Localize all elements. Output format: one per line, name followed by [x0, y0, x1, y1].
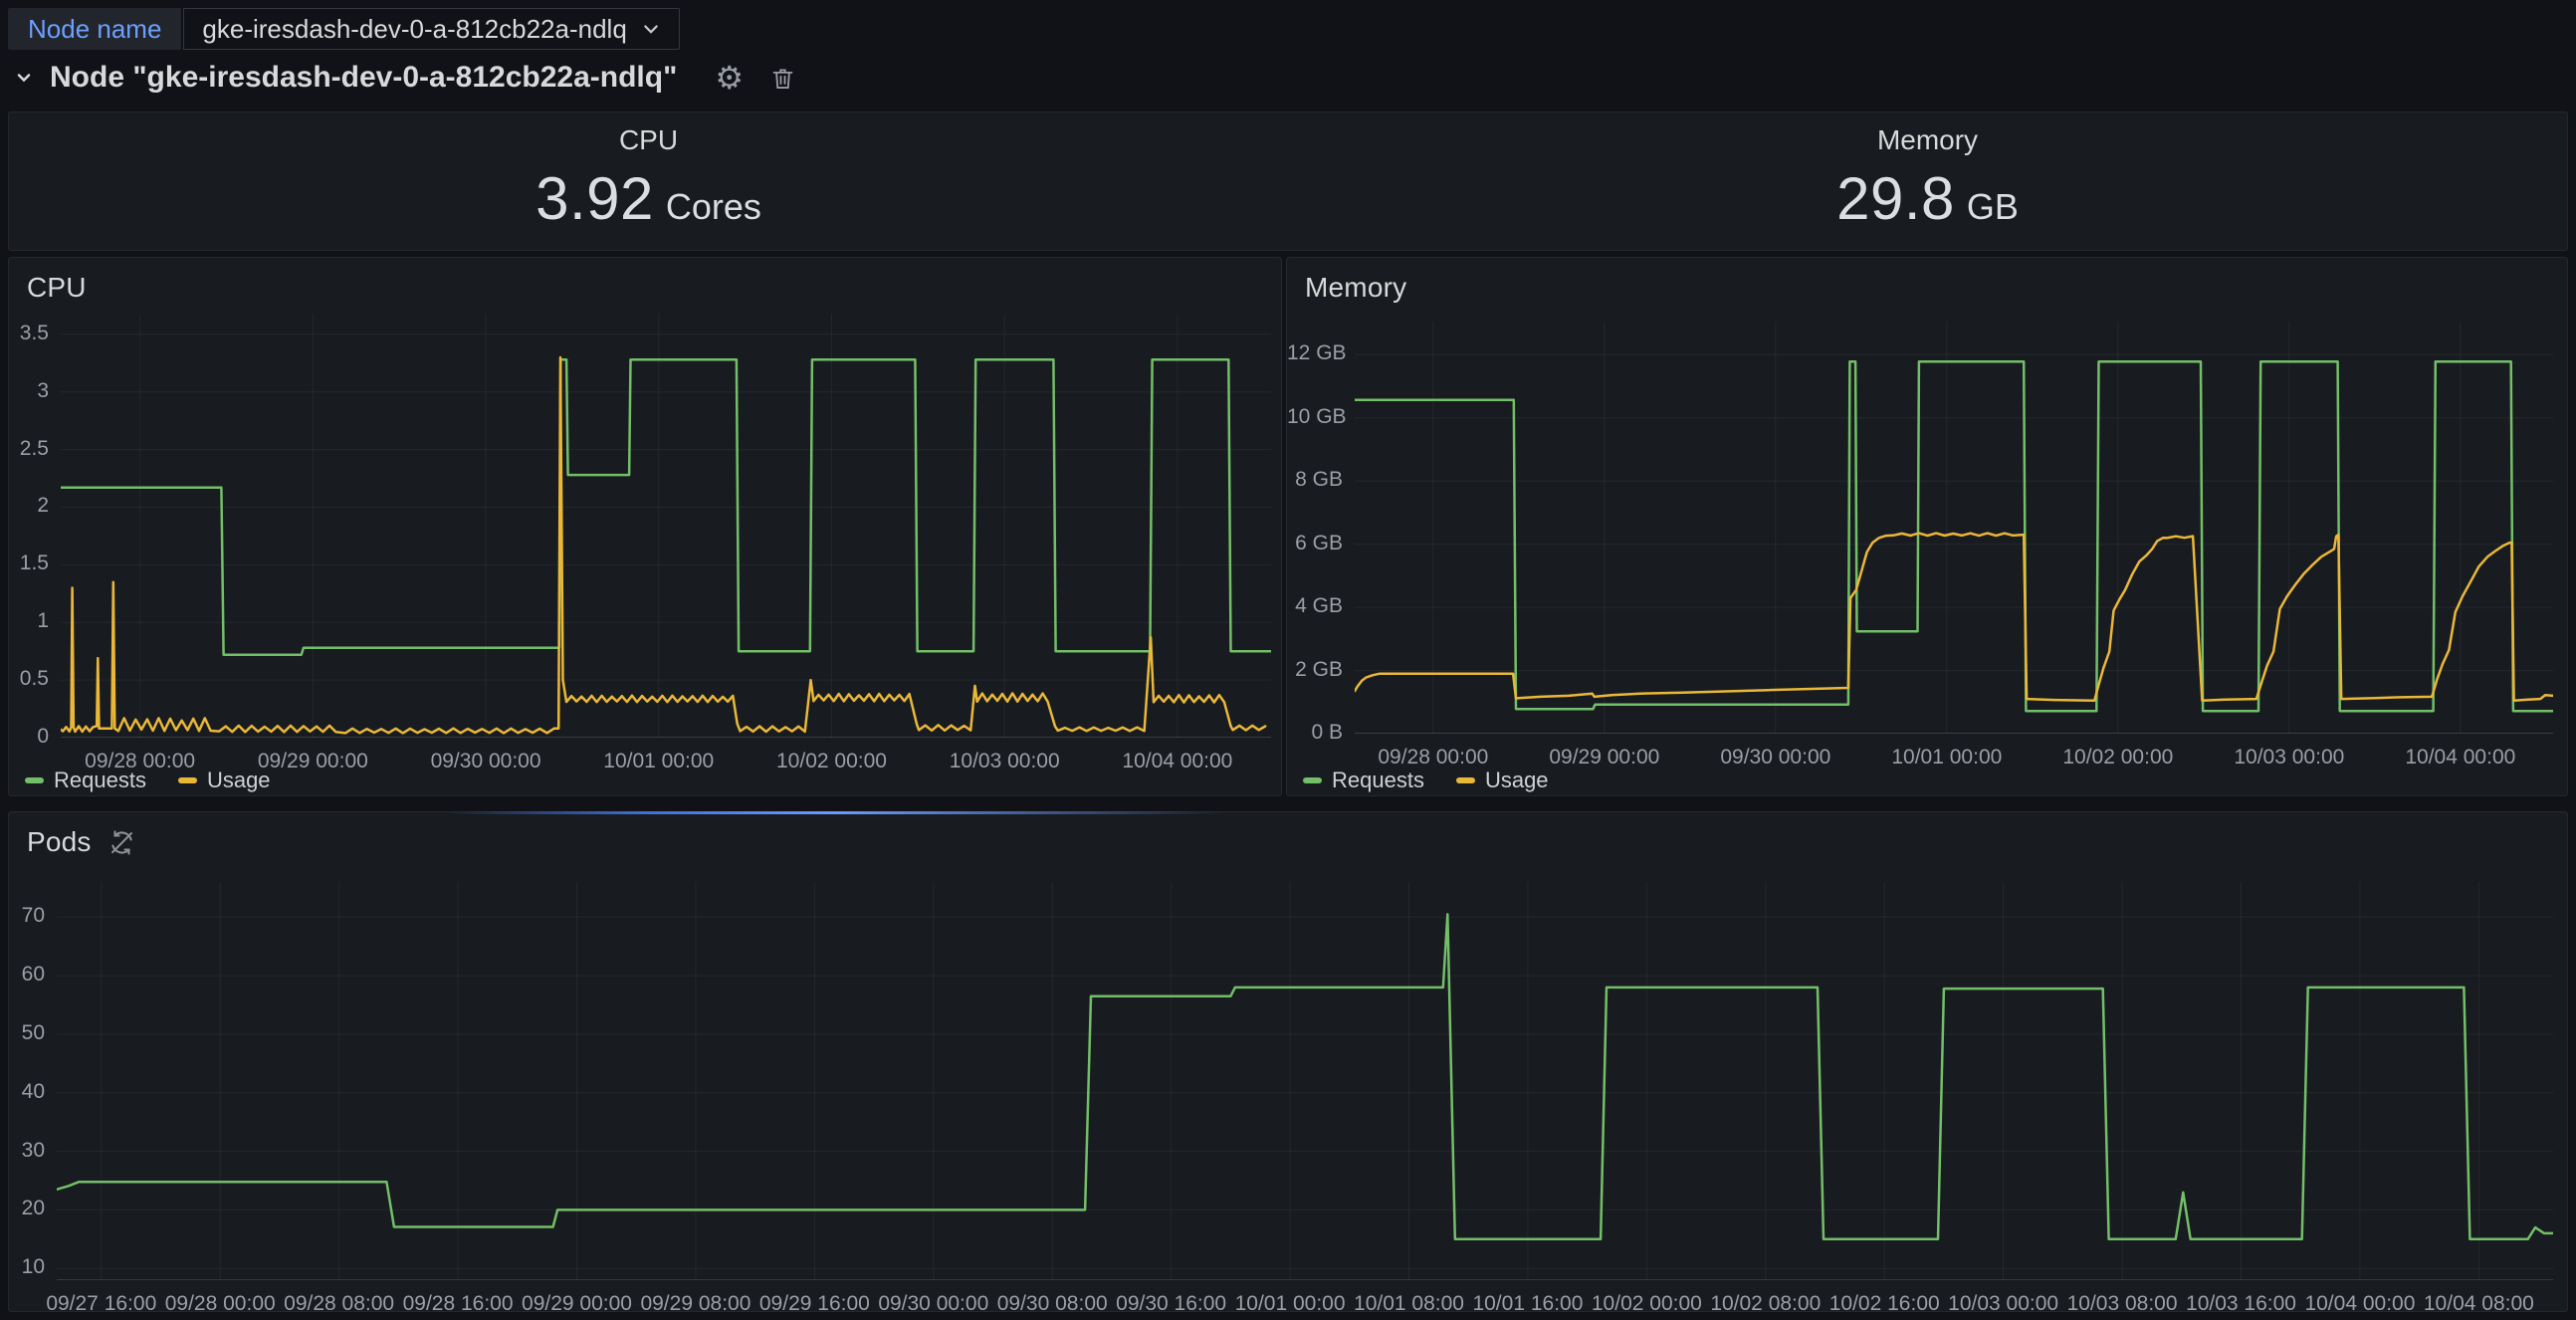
- trash-icon[interactable]: [769, 65, 796, 92]
- legend-swatch: [1456, 777, 1475, 783]
- x-tick-label: 10/04 08:00: [2409, 1292, 2548, 1316]
- gear-icon[interactable]: ⚙: [715, 62, 744, 94]
- panel-title[interactable]: Memory: [1305, 272, 1406, 304]
- y-tick-label: 8 GB: [1287, 468, 1343, 492]
- y-tick-label: 60: [9, 963, 45, 987]
- legend-item-requests[interactable]: Requests: [1303, 768, 1424, 793]
- y-tick-label: 0.5: [9, 667, 49, 691]
- y-tick-label: 0: [9, 725, 49, 749]
- chart-canvas: [1355, 322, 2553, 734]
- y-tick-label: 30: [9, 1139, 45, 1163]
- y-tick-label: 2 GB: [1287, 658, 1343, 682]
- panel-title[interactable]: CPU: [27, 272, 87, 304]
- legend-item-usage[interactable]: Usage: [1456, 768, 1549, 793]
- y-tick-label: 50: [9, 1021, 45, 1045]
- cpu-stat-title: CPU: [619, 124, 678, 156]
- cpu-panel: CPU RequestsUsage 00.511.522.533.509/28 …: [8, 257, 1282, 796]
- x-tick-label: 09/28 00:00: [71, 750, 210, 773]
- memory-panel: Memory Requests Usage 0 B 2 GB 4 GB 6 GB 8 GB…: [1286, 257, 2568, 796]
- y-tick-label: 1: [9, 609, 49, 633]
- memory-stat-value: 29.8: [1836, 164, 1955, 233]
- y-tick-label: 6 GB: [1287, 532, 1343, 555]
- y-tick-label: 12 GB: [1287, 341, 1343, 365]
- legend-swatch: [25, 777, 44, 783]
- y-tick-label: 0 B: [1287, 721, 1343, 745]
- y-tick-label: 1.5: [9, 551, 49, 575]
- memory-chart[interactable]: [1355, 322, 2553, 734]
- x-tick-label: 10/02 00:00: [761, 750, 901, 773]
- chart-legend: Requests Usage: [1303, 768, 1549, 793]
- y-tick-label: 20: [9, 1197, 45, 1220]
- variable-label: Node name: [8, 8, 181, 50]
- pods-chart[interactable]: [57, 882, 2553, 1280]
- y-tick-label: 4 GB: [1287, 594, 1343, 618]
- legend-label: Requests: [1332, 768, 1424, 793]
- x-tick-label: 10/02 00:00: [2048, 746, 2188, 770]
- y-tick-label: 2.5: [9, 437, 49, 461]
- row-title[interactable]: Node "gke-iresdash-dev-0-a-812cb22a-ndlq…: [50, 61, 677, 95]
- x-tick-label: 10/04 00:00: [2391, 746, 2530, 770]
- y-tick-label: 3.5: [9, 322, 49, 345]
- y-tick-label: 10 GB: [1287, 405, 1343, 429]
- x-tick-label: 09/28 00:00: [1364, 746, 1503, 770]
- x-tick-label: 10/01 00:00: [589, 750, 729, 773]
- variable-value-dropdown[interactable]: gke-iresdash-dev-0-a-812cb22a-ndlq: [183, 8, 679, 50]
- cpu-chart[interactable]: [61, 314, 1271, 738]
- stat-panel: CPU 3.92 Cores Memory 29.8 GB: [8, 111, 2568, 251]
- refresh-off-icon[interactable]: [107, 828, 136, 857]
- x-tick-label: 10/03 00:00: [2220, 746, 2359, 770]
- x-tick-label: 09/30 00:00: [1706, 746, 1845, 770]
- panel-title[interactable]: Pods: [27, 826, 92, 858]
- chevron-down-icon: [641, 19, 661, 39]
- variable-bar: Node name gke-iresdash-dev-0-a-812cb22a-…: [8, 8, 680, 50]
- legend-swatch: [1303, 777, 1322, 783]
- memory-stat-unit: GB: [1967, 186, 2019, 228]
- variable-value: gke-iresdash-dev-0-a-812cb22a-ndlq: [202, 14, 626, 45]
- chart-canvas: [57, 882, 2553, 1280]
- panel-loading-indicator: [447, 811, 1223, 814]
- chart-canvas: [61, 314, 1271, 738]
- cpu-stat-value: 3.92: [536, 164, 654, 233]
- x-tick-label: 09/29 00:00: [243, 750, 382, 773]
- memory-stat: Memory 29.8 GB: [1288, 112, 2567, 250]
- cpu-stat-unit: Cores: [666, 186, 761, 228]
- x-tick-label: 10/03 00:00: [935, 750, 1074, 773]
- memory-stat-title: Memory: [1877, 124, 1978, 156]
- x-tick-label: 09/30 00:00: [416, 750, 555, 773]
- y-tick-label: 3: [9, 379, 49, 403]
- row-header: Node "gke-iresdash-dev-0-a-812cb22a-ndlq…: [14, 56, 796, 100]
- y-tick-label: 2: [9, 494, 49, 518]
- legend-swatch: [178, 777, 197, 783]
- x-tick-label: 09/29 00:00: [1535, 746, 1674, 770]
- row-collapse-chevron-icon[interactable]: [14, 68, 34, 88]
- cpu-stat: CPU 3.92 Cores: [9, 112, 1288, 250]
- x-tick-label: 10/01 00:00: [1877, 746, 2017, 770]
- y-tick-label: 40: [9, 1080, 45, 1104]
- legend-label: Usage: [1485, 768, 1549, 793]
- pods-panel: Pods 1020304050607009/27 16:0009/28 00:0…: [8, 811, 2568, 1312]
- x-tick-label: 10/04 00:00: [1108, 750, 1247, 773]
- y-tick-label: 10: [9, 1255, 45, 1279]
- y-tick-label: 70: [9, 904, 45, 928]
